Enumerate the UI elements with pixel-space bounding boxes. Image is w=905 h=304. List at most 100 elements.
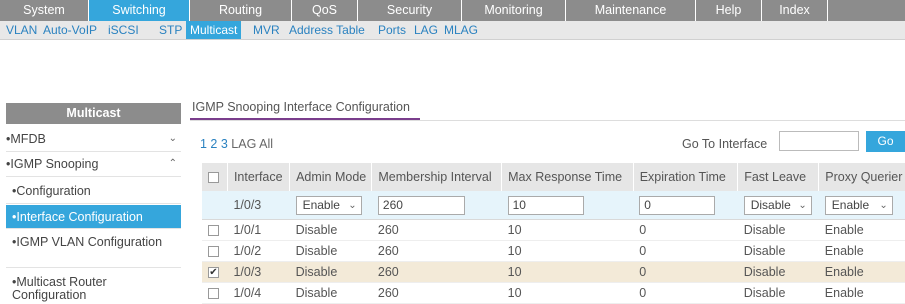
proxy-querier-select[interactable]: Enable ⌄	[824, 195, 893, 215]
edit-fast-leave-cell: Disable ⌄	[737, 191, 819, 220]
cell-fast-leave: Disable	[737, 261, 819, 283]
cell-membership-interval: 260	[371, 261, 502, 283]
select-all-header	[202, 163, 228, 191]
sidebar-item-multicast-router-configuration[interactable]: •Multicast Router Configuration	[6, 276, 181, 303]
admin-mode-select[interactable]: Enable ⌄	[295, 195, 362, 215]
cell-admin-mode: Disable	[289, 282, 372, 304]
sidebar-item-label: IGMP VLAN Configuration	[16, 235, 163, 249]
sidebar-item-mfdb[interactable]: •MFDB ⌄	[6, 128, 181, 152]
table-header: Interface Admin Mode Membership Interval…	[202, 163, 905, 191]
tab-help[interactable]: Help	[696, 0, 762, 21]
col-admin-mode: Admin Mode	[289, 163, 373, 191]
table-row-selected[interactable]: ✔ 1/0/3 Disable 260 10 0 Disable Enable	[202, 261, 905, 283]
row-checkbox-checked[interactable]: ✔	[208, 267, 219, 279]
table-row[interactable]: 1/0/4 Disable 260 10 0 Disable Enable	[202, 282, 905, 304]
cell-fast-leave: Disable	[737, 219, 819, 241]
edit-interface: 1/0/3	[227, 191, 290, 220]
sidebar-item-label: MFDB	[10, 132, 46, 146]
row-checkbox[interactable]	[208, 225, 219, 237]
sub-nav: VLAN Auto-VoIP iSCSI STP Multicast MVR A…	[0, 21, 905, 40]
go-button[interactable]: Go	[866, 131, 905, 152]
tab-routing[interactable]: Routing	[190, 0, 292, 21]
expiration-time-input[interactable]	[639, 195, 716, 215]
edit-expiration-cell	[633, 191, 738, 220]
table-row[interactable]: 1/0/2 Disable 260 10 0 Disable Enable	[202, 240, 905, 262]
sidebar-item-label: Interface Configuration	[16, 210, 143, 224]
proxy-querier-value: Enable	[831, 197, 870, 212]
tab-security[interactable]: Security	[358, 0, 462, 21]
subnav-address-table[interactable]: Address Table	[289, 21, 365, 39]
membership-interval-input[interactable]	[377, 195, 465, 215]
sidebar-item-igmp-vlan-configuration[interactable]: •IGMP VLAN Configuration	[6, 236, 181, 268]
chevron-down-icon: ⌄	[798, 199, 807, 211]
subnav-vlan[interactable]: VLAN	[6, 21, 37, 39]
page-all[interactable]: All	[259, 137, 273, 151]
subnav-stp[interactable]: STP	[159, 21, 182, 39]
page-numbers[interactable]: 1 2 3	[200, 137, 228, 151]
sidebar-item-configuration[interactable]: •Configuration	[6, 180, 181, 204]
chevron-down-icon: ⌄	[348, 199, 357, 211]
edit-row: 1/0/3 Enable ⌄ Disable ⌄ Enable ⌄	[202, 191, 905, 220]
tab-spacer	[828, 0, 905, 21]
col-expiration-time: Expiration Time	[633, 163, 739, 191]
subnav-auto-voip[interactable]: Auto-VoIP	[43, 21, 97, 39]
row-checkbox[interactable]	[208, 246, 219, 258]
cell-max-response-time: 10	[501, 282, 634, 304]
fast-leave-select[interactable]: Disable ⌄	[743, 195, 812, 215]
col-max-response-time: Max Response Time	[501, 163, 634, 191]
subnav-ports[interactable]: Ports	[378, 21, 406, 39]
row-checkbox-cell	[202, 282, 228, 304]
top-nav: System Switching Routing QoS Security Mo…	[0, 0, 905, 21]
select-all-checkbox[interactable]	[208, 172, 219, 184]
goto-interface-input[interactable]	[779, 131, 859, 151]
row-checkbox[interactable]	[208, 288, 219, 300]
subnav-iscsi[interactable]: iSCSI	[108, 21, 139, 39]
admin-mode-value: Enable	[302, 197, 340, 212]
cell-fast-leave: Disable	[737, 282, 819, 304]
page-lag[interactable]: LAG	[231, 137, 256, 151]
pagination: 1 2 3 LAG All	[200, 137, 273, 151]
table-row[interactable]: 1/0/1 Disable 260 10 0 Disable Enable	[202, 219, 905, 241]
interface-table: Interface Admin Mode Membership Interval…	[202, 163, 905, 304]
fast-leave-value: Disable	[750, 197, 791, 212]
subnav-lag[interactable]: LAG	[414, 21, 438, 39]
divider	[190, 120, 905, 121]
tab-switching[interactable]: Switching	[89, 0, 190, 21]
subnav-mvr[interactable]: MVR	[253, 21, 280, 39]
cell-proxy-querier: Enable	[818, 240, 905, 262]
sidebar-item-igmp-snooping[interactable]: •IGMP Snooping ⌃	[6, 153, 181, 177]
row-checkbox-cell: ✔	[202, 261, 228, 283]
tab-system[interactable]: System	[0, 0, 89, 21]
cell-max-response-time: 10	[501, 219, 634, 241]
sidebar-title: Multicast	[6, 103, 181, 124]
cell-interface: 1/0/4	[227, 282, 290, 304]
cell-admin-mode: Disable	[289, 261, 372, 283]
cell-interface: 1/0/1	[227, 219, 290, 241]
edit-cell-checkbox	[202, 191, 228, 220]
row-checkbox-cell	[202, 219, 228, 241]
sidebar-item-interface-configuration[interactable]: •Interface Configuration	[6, 205, 181, 229]
edit-max-response-cell	[501, 191, 634, 220]
cell-max-response-time: 10	[501, 261, 634, 283]
cell-interface: 1/0/2	[227, 240, 290, 262]
sidebar-item-label: Configuration	[16, 184, 91, 198]
cell-fast-leave: Disable	[737, 240, 819, 262]
tab-index[interactable]: Index	[762, 0, 828, 21]
cell-expiration-time: 0	[633, 261, 738, 283]
edit-admin-mode-cell: Enable ⌄	[289, 191, 372, 220]
tab-qos[interactable]: QoS	[292, 0, 358, 21]
chevron-down-icon: ⌄	[168, 133, 177, 144]
cell-expiration-time: 0	[633, 282, 738, 304]
tab-maintenance[interactable]: Maintenance	[566, 0, 696, 21]
cell-interface: 1/0/3	[227, 261, 290, 283]
tab-monitoring[interactable]: Monitoring	[462, 0, 566, 21]
cell-expiration-time: 0	[633, 219, 738, 241]
cell-admin-mode: Disable	[289, 219, 372, 241]
cell-max-response-time: 10	[501, 240, 634, 262]
cell-proxy-querier: Enable	[818, 282, 905, 304]
subnav-multicast[interactable]: Multicast	[186, 21, 242, 39]
max-response-time-input[interactable]	[507, 195, 584, 215]
col-membership-interval: Membership Interval	[371, 163, 503, 191]
subnav-mlag[interactable]: MLAG	[444, 21, 478, 39]
cell-proxy-querier: Enable	[818, 261, 905, 283]
